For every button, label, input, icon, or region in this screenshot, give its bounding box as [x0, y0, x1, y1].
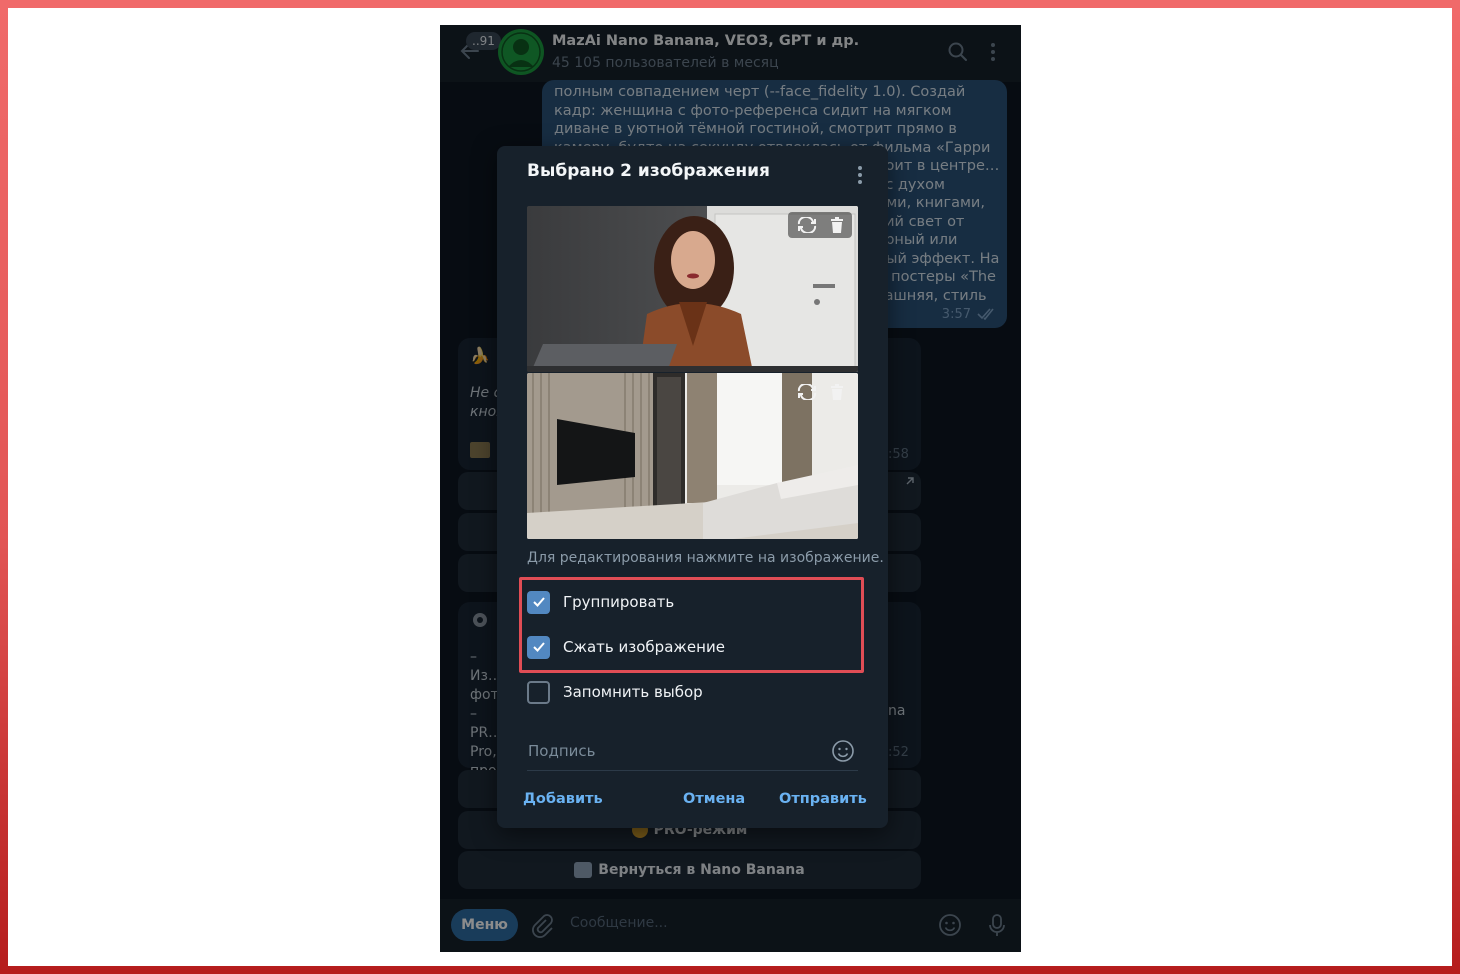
edit-hint: Для редактирования нажмите на изображени… — [527, 550, 884, 566]
image-tools — [788, 379, 852, 405]
cancel-button[interactable]: Отмена — [683, 791, 745, 807]
emoji-icon[interactable] — [831, 739, 855, 763]
more-vertical-icon[interactable] — [853, 164, 867, 186]
selected-image-2[interactable] — [527, 373, 858, 539]
replace-image-icon[interactable] — [796, 384, 818, 400]
remember-label: Запомнить выбор — [563, 683, 703, 701]
remember-option[interactable]: Запомнить выбор — [527, 679, 703, 705]
dialog-title: Выбрано 2 изображения — [527, 161, 770, 181]
remember-checkbox[interactable] — [527, 680, 550, 704]
delete-image-icon[interactable] — [830, 217, 844, 233]
add-button[interactable]: Добавить — [523, 791, 603, 807]
delete-image-icon[interactable] — [830, 384, 844, 400]
selected-image-1[interactable] — [527, 206, 858, 372]
replace-image-icon[interactable] — [796, 217, 818, 233]
highlight-box — [519, 577, 864, 673]
caption-underline — [527, 770, 858, 771]
image-tools — [788, 212, 852, 238]
caption-input[interactable]: Подпись — [528, 742, 595, 760]
send-button[interactable]: Отправить — [779, 791, 867, 807]
send-images-dialog: Выбрано 2 изображения Для редактирования… — [497, 146, 888, 828]
